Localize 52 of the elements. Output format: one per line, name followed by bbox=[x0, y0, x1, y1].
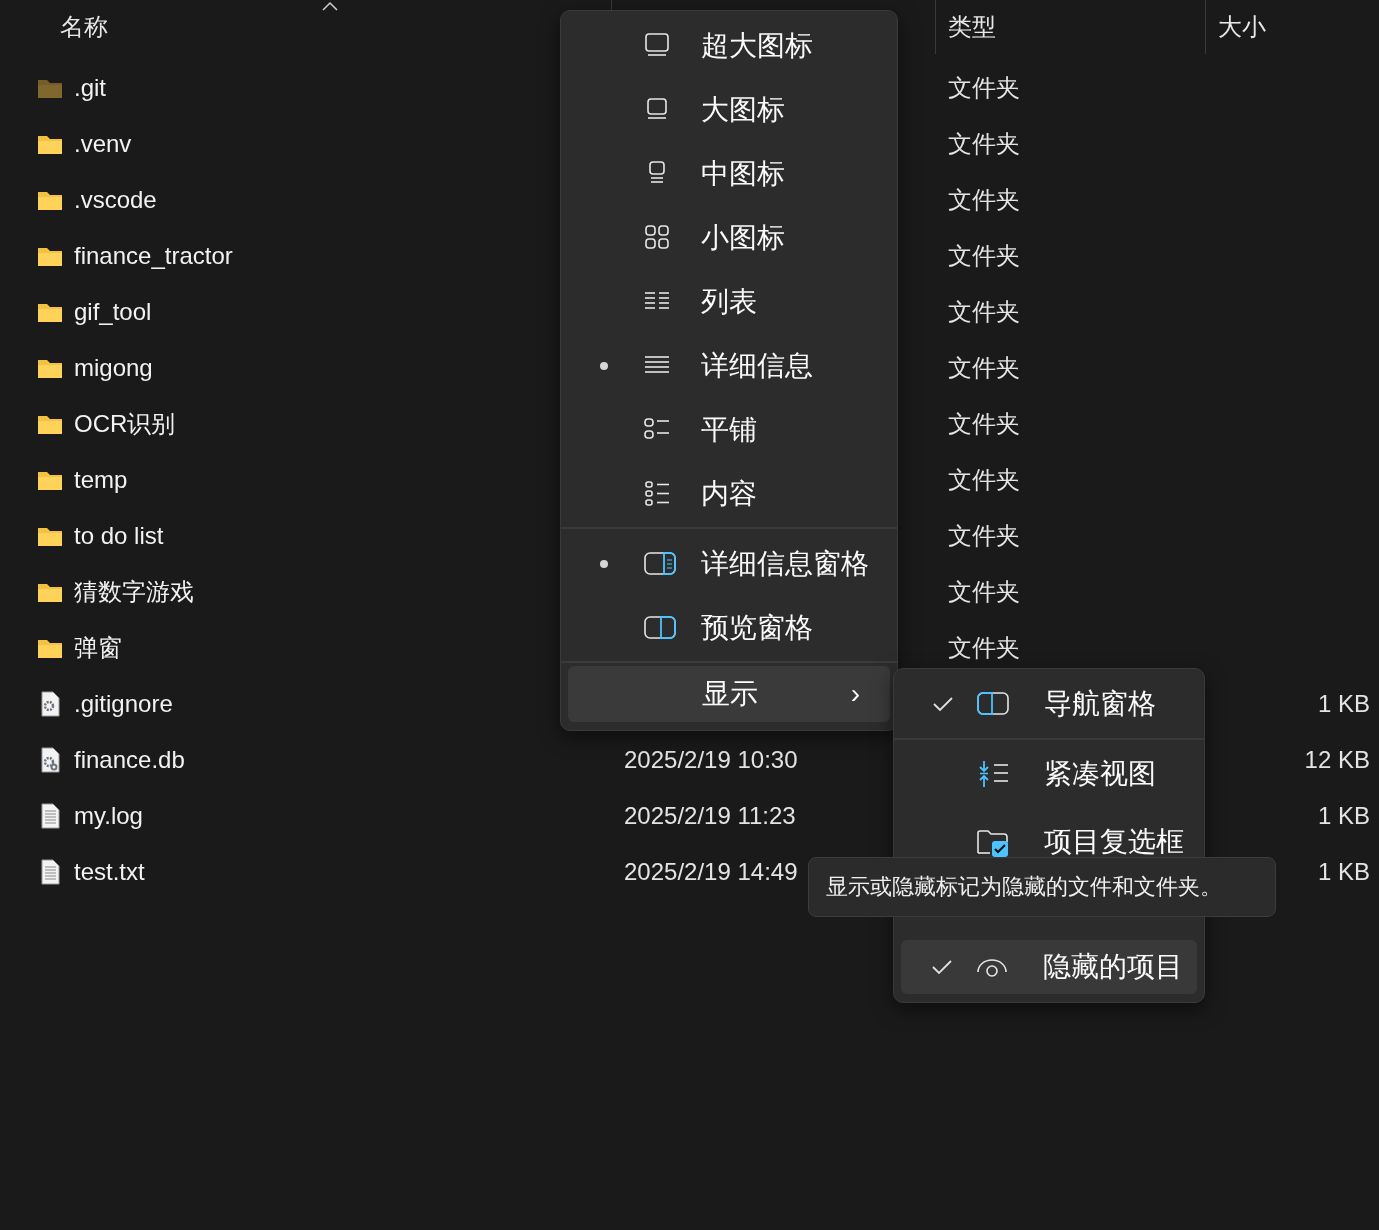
menu-item[interactable]: 中图标 bbox=[561, 142, 897, 206]
column-header[interactable]: 类型 bbox=[935, 0, 1205, 54]
file-size: 1 KB bbox=[1317, 802, 1370, 830]
column-header[interactable]: 大小 bbox=[1205, 0, 1370, 54]
file-name[interactable]: test.txt bbox=[74, 858, 145, 886]
checkbox-folder-icon bbox=[976, 827, 1010, 857]
file-type: 文件夹 bbox=[948, 73, 1020, 103]
file-name[interactable]: gif_tool bbox=[74, 298, 152, 326]
file-size: 1 KB bbox=[1317, 690, 1370, 718]
menu-item[interactable]: 大图标 bbox=[561, 78, 897, 142]
file-type: 文件夹 bbox=[948, 297, 1020, 327]
show-button[interactable]: 显示 › bbox=[568, 666, 890, 722]
file-type: 文件夹 bbox=[948, 633, 1020, 663]
menu-item[interactable]: 详细信息 bbox=[561, 334, 897, 398]
file-name[interactable]: to do list bbox=[74, 522, 164, 550]
file-name[interactable]: OCR识别 bbox=[74, 408, 176, 440]
file-name[interactable]: .gitignore bbox=[74, 690, 173, 718]
content-icon bbox=[643, 479, 671, 509]
menu-item[interactable]: 详细信息窗格 bbox=[561, 532, 897, 596]
tooltip: 显示或隐藏标记为隐藏的文件和文件夹。 bbox=[808, 857, 1276, 917]
file-name[interactable]: .vscode bbox=[74, 186, 157, 214]
file-type: 文件夹 bbox=[948, 129, 1020, 159]
file-name[interactable]: temp bbox=[74, 466, 128, 494]
file-type: 文件夹 bbox=[948, 577, 1020, 607]
file-name[interactable]: finance_tractor bbox=[74, 242, 233, 270]
menu-item[interactable]: 预览窗格 bbox=[561, 596, 897, 660]
menu-item[interactable]: 内容 bbox=[561, 462, 897, 526]
file-name[interactable]: 猜数字游戏 bbox=[74, 576, 194, 608]
date-modified: 2025/2/19 10:30 bbox=[624, 746, 798, 774]
file-type: 文件夹 bbox=[948, 241, 1020, 271]
menu-item[interactable]: 紧凑视图 bbox=[894, 740, 1204, 808]
file-type: 文件夹 bbox=[948, 521, 1020, 551]
menu-item[interactable]: 平铺 bbox=[561, 398, 897, 462]
file-type: 文件夹 bbox=[948, 353, 1020, 383]
file-type: 文件夹 bbox=[948, 409, 1020, 439]
file-name[interactable]: my.log bbox=[74, 802, 143, 830]
file-type: 文件夹 bbox=[948, 465, 1020, 495]
file-name[interactable]: finance.db bbox=[74, 746, 185, 774]
menu-item[interactable]: 小图标 bbox=[561, 206, 897, 270]
date-modified: 2025/2/19 11:23 bbox=[624, 802, 796, 830]
date-modified: 2025/2/19 14:49 bbox=[624, 858, 798, 886]
menu-item[interactable]: 隐藏的项目 bbox=[901, 940, 1197, 994]
file-name[interactable]: migong bbox=[74, 354, 153, 382]
file-size: 1 KB bbox=[1317, 858, 1370, 886]
file-type: 文件夹 bbox=[948, 185, 1020, 215]
file-name[interactable]: .venv bbox=[74, 130, 132, 158]
menu-item[interactable]: 导航窗格 bbox=[894, 670, 1204, 738]
compact-view-icon bbox=[976, 759, 1010, 789]
file-size: 12 KB bbox=[1304, 746, 1370, 774]
file-name[interactable]: 弹窗 bbox=[74, 632, 122, 664]
file-name[interactable]: .git bbox=[74, 74, 106, 102]
menu-item[interactable]: 列表 bbox=[561, 270, 897, 334]
